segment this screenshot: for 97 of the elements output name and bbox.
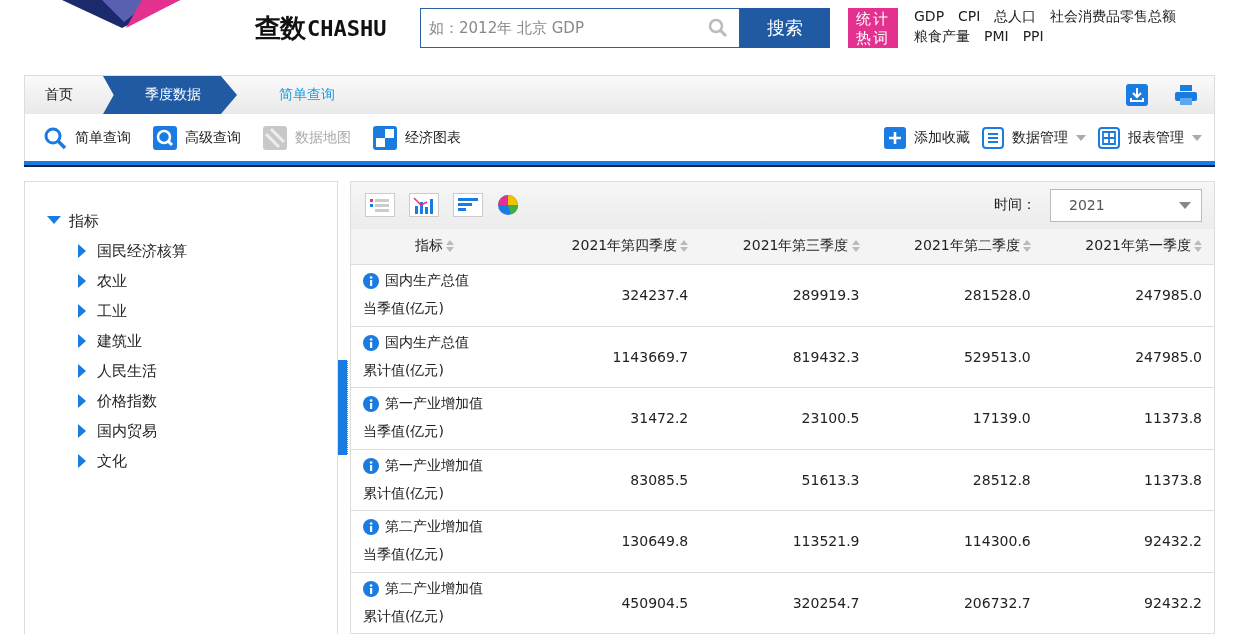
caret-icon xyxy=(1179,201,1191,209)
toolbar-link[interactable]: 经济图表 xyxy=(373,125,461,150)
info-icon[interactable] xyxy=(363,334,379,351)
breadcrumb-link[interactable]: 季度数据 xyxy=(103,76,237,114)
download-icon[interactable] xyxy=(1126,84,1148,106)
indicator-unit: 累计值(亿元) xyxy=(363,607,444,626)
table-cell: 324237.4 xyxy=(529,264,701,326)
column-header[interactable]: 2021年第二季度 xyxy=(871,228,1043,265)
hot-word-link[interactable]: PMI xyxy=(984,28,1009,46)
tree-item[interactable]: 国内贸易 xyxy=(97,421,157,441)
table-cell: 17139.0 xyxy=(871,387,1043,449)
time-label: 时间： xyxy=(994,196,1036,215)
table-cell: 1143669.7 xyxy=(529,326,701,388)
table-cell: 247985.0 xyxy=(1042,326,1214,388)
indicator-name: 第一产业增加值 xyxy=(385,395,483,414)
table-cell: 130649.8 xyxy=(529,510,701,572)
tree-item[interactable]: 工业 xyxy=(97,301,127,321)
table-cell: 11373.8 xyxy=(1042,387,1214,449)
table-cell: 28512.8 xyxy=(871,449,1043,511)
horizontal-bars-icon xyxy=(457,197,479,214)
table-cell: 450904.5 xyxy=(529,572,701,634)
indicator-unit: 当季值(亿元) xyxy=(363,423,444,442)
indicator-name: 第二产业增加值 xyxy=(385,518,483,537)
toolbar-link[interactable]: 数据管理 xyxy=(982,126,1086,149)
toolbar-link[interactable]: 报表管理 xyxy=(1098,126,1202,149)
indicator-name: 第二产业增加值 xyxy=(385,579,483,598)
search-icon xyxy=(43,125,67,150)
hot-word-link[interactable]: 总人口 xyxy=(994,8,1037,26)
table-cell: 113521.9 xyxy=(700,510,872,572)
tree-item[interactable]: 文化 xyxy=(97,451,127,471)
table-cell: 92432.2 xyxy=(1042,572,1214,634)
horizontal-bar-button[interactable] xyxy=(453,193,483,218)
pie-chart-icon[interactable] xyxy=(497,194,519,217)
table-icon xyxy=(1098,126,1120,149)
table-cell: 31472.2 xyxy=(529,387,701,449)
plus-icon xyxy=(884,126,906,149)
table-cell: 320254.7 xyxy=(700,572,872,634)
table-cell: 529513.0 xyxy=(871,326,1043,388)
search-button[interactable]: 搜索 xyxy=(740,8,830,48)
map-icon xyxy=(263,125,287,150)
indicator-unit: 累计值(亿元) xyxy=(363,484,444,503)
search-field[interactable]: 如：2012年 北京 GDP xyxy=(420,8,740,48)
hot-word-link[interactable]: 粮食产量 xyxy=(914,28,970,46)
indicator-name: 第一产业增加值 xyxy=(385,456,483,475)
list-icon xyxy=(369,197,391,214)
year-select[interactable]: 2021 xyxy=(1050,188,1202,222)
info-icon[interactable] xyxy=(363,580,379,597)
logo-icon xyxy=(62,0,180,28)
hot-words-tag: 统计热词 xyxy=(848,8,898,48)
print-icon[interactable] xyxy=(1174,84,1198,106)
search-icon xyxy=(153,125,177,150)
column-header[interactable]: 2021年第三季度 xyxy=(700,228,872,265)
table-cell: 281528.0 xyxy=(871,264,1043,326)
column-header[interactable]: 指标 xyxy=(351,228,529,265)
tree-item[interactable]: 人民生活 xyxy=(97,361,157,381)
indicator-unit: 当季值(亿元) xyxy=(363,300,444,319)
indicator-unit: 当季值(亿元) xyxy=(363,546,444,565)
hot-word-link[interactable]: 社会消费品零售总额 xyxy=(1050,8,1177,26)
table-cell: 247985.0 xyxy=(1042,264,1214,326)
hot-word-link[interactable]: GDP xyxy=(914,8,945,26)
tree-item[interactable]: 建筑业 xyxy=(97,331,142,351)
column-header[interactable]: 2021年第四季度 xyxy=(529,228,701,265)
table-cell: 92432.2 xyxy=(1042,510,1214,572)
list-view-button[interactable] xyxy=(365,193,395,218)
bar-chart-button[interactable] xyxy=(409,193,439,218)
info-icon[interactable] xyxy=(363,519,379,536)
chart-icon xyxy=(373,125,397,150)
table-cell: 51613.3 xyxy=(700,449,872,511)
breadcrumb-link[interactable]: 首页 xyxy=(25,76,103,114)
indicator-unit: 累计值(亿元) xyxy=(363,361,444,380)
bar-chart-icon xyxy=(413,196,435,215)
brand-name: 查数 xyxy=(255,11,305,45)
toolbar-link[interactable]: 高级查询 xyxy=(153,125,241,150)
hot-word-link[interactable]: PPI xyxy=(1022,28,1044,46)
toolbar-link[interactable]: 简单查询 xyxy=(43,125,131,150)
info-icon[interactable] xyxy=(363,273,379,290)
tree-item[interactable]: 国民经济核算 xyxy=(97,241,187,261)
hot-word-link[interactable]: CPI xyxy=(958,8,981,26)
toolbar-link[interactable]: 添加收藏 xyxy=(884,126,970,149)
list-icon xyxy=(982,126,1004,149)
table-cell: 11373.8 xyxy=(1042,449,1214,511)
splitter-handle[interactable] xyxy=(338,360,348,455)
table-cell: 114300.6 xyxy=(871,510,1043,572)
column-header[interactable]: 2021年第一季度 xyxy=(1042,228,1214,265)
info-icon[interactable] xyxy=(363,396,379,413)
table-cell: 23100.5 xyxy=(700,387,872,449)
tree-item[interactable]: 农业 xyxy=(97,271,127,291)
table-cell: 819432.3 xyxy=(700,326,872,388)
table-cell: 289919.3 xyxy=(700,264,872,326)
indicator-name: 国内生产总值 xyxy=(385,272,469,291)
tree-item[interactable]: 指标 xyxy=(69,211,99,231)
info-icon[interactable] xyxy=(363,457,379,474)
brand-name: CHASHU xyxy=(307,15,387,41)
table-cell: 206732.7 xyxy=(871,572,1043,634)
tree-item[interactable]: 价格指数 xyxy=(97,391,157,411)
indicator-name: 国内生产总值 xyxy=(385,333,469,352)
table-cell: 83085.5 xyxy=(529,449,701,511)
